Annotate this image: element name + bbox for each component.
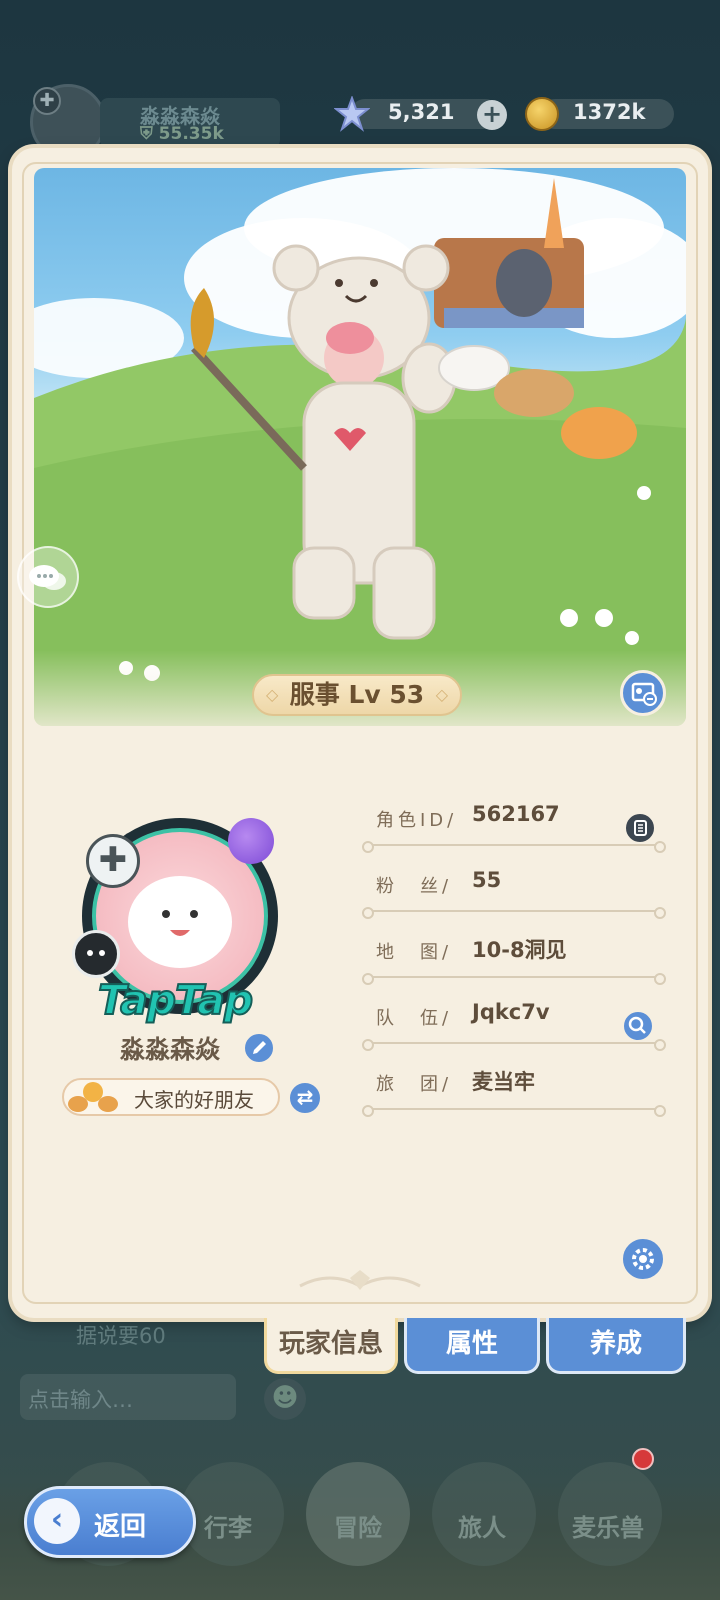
scene-illustration [34,168,686,726]
info-row-guild: 旅 团/ 麦当牢 [362,1070,666,1136]
hud-power-text: 55.35k [158,124,224,144]
nav-label-adventure: 冒险 [334,1514,382,1542]
level-text: 服事 Lv 53 [289,680,425,709]
gem-value: 5,321 [388,100,455,124]
coin-value: 1372k [573,100,646,124]
ghost-badge-icon [72,930,120,978]
character-scene [34,168,686,726]
nav-label-traveler: 旅人 [458,1514,506,1542]
profile-card-icon[interactable] [620,670,666,716]
nav-label-pet: 麦乐兽 [572,1514,644,1542]
info-label: 旅 团/ [376,1074,453,1095]
copy-icon[interactable] [624,812,656,844]
back-arrow-icon: ‹ [34,1498,80,1544]
add-gems-button[interactable]: + [477,100,507,130]
taptap-logo: TapTap [97,975,254,1025]
info-label: 角色ID/ [376,810,458,831]
chat-placeholder: 点击输入… [28,1388,133,1412]
info-value: 麦当牢 [472,1070,535,1094]
player-title-text: 大家的好朋友 [134,1088,254,1112]
purple-spirit-icon [228,818,274,864]
edit-icon[interactable] [243,1032,275,1064]
info-row-fans: 粉 丝/ 55 [362,868,666,938]
nav-label-bag: 行李 [204,1514,252,1542]
notification-dot [632,1448,654,1470]
search-icon[interactable] [622,1010,654,1042]
hud-power-value: ⛨ 55.35k [140,124,224,144]
back-label: 返回 [94,1512,147,1542]
emoji-icon[interactable]: ☻ [264,1378,306,1420]
info-label: 粉 丝/ [376,876,453,897]
divider [362,907,666,919]
crosshair-icon: ✚ [33,87,61,115]
diamond-left-icon: ◇ [266,685,279,704]
divider [362,1105,666,1117]
panel-ornament [299,1270,421,1290]
info-value: 10-8洞见 [472,938,567,962]
settings-icon[interactable] [620,1236,666,1282]
info-row-map: 地 图/ 10-8洞见 [362,938,666,1004]
friends-title-icon [68,1082,118,1112]
tab-attributes[interactable]: 属性 [404,1318,540,1374]
level-badge: ◇ 服事 Lv 53 ◇ [252,674,462,716]
info-label: 地 图/ [376,942,453,963]
divider [362,973,666,985]
info-value: 55 [472,868,502,892]
gem-icon [334,96,370,132]
divider [362,841,666,853]
info-value: Jqkc7v [472,1000,550,1024]
info-row-team: 队 伍/ Jqkc7v [362,1000,666,1070]
divider [362,1039,666,1051]
tab-development[interactable]: 养成 [546,1318,686,1374]
crosshair-badge-icon: ✚ [86,834,140,888]
swap-icon[interactable]: ⇄ [288,1081,322,1115]
player-name: 淼淼森焱 [120,1035,221,1064]
info-value: 562167 [472,802,560,826]
diamond-right-icon: ◇ [435,685,448,704]
chat-bubble-icon[interactable] [17,546,79,608]
chat-message: 据说要60 [76,1324,166,1348]
coin-icon [525,97,559,131]
info-row-id: 角色ID/ 562167 [362,802,666,872]
info-label: 队 伍/ [376,1008,453,1029]
tab-player-info[interactable]: 玩家信息 [264,1318,398,1374]
